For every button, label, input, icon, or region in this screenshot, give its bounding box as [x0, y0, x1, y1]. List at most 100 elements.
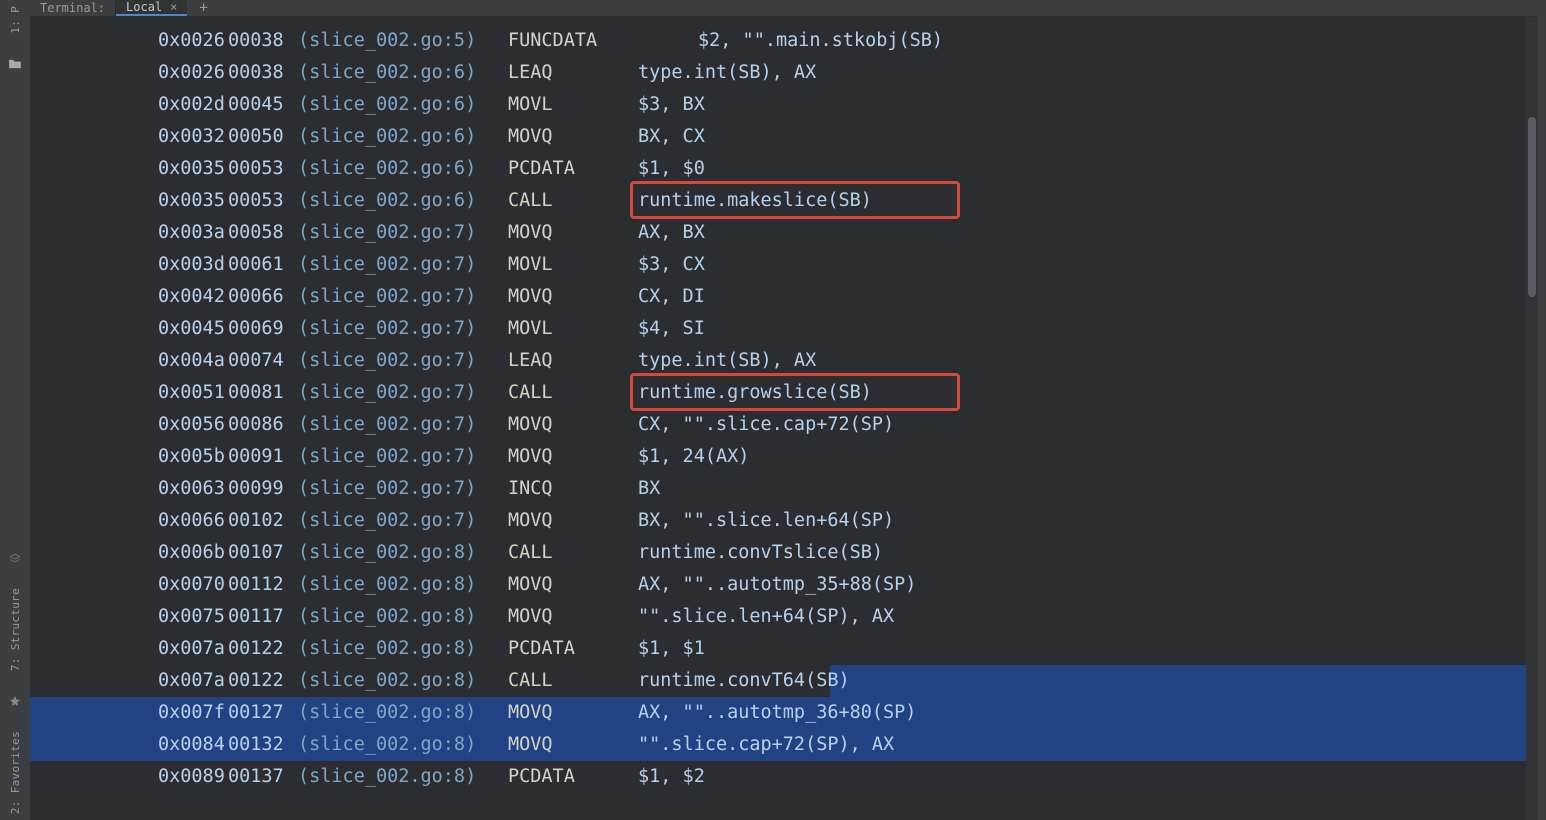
- asm-line[interactable]: 0x007a 00122 (slice_002.go:8)PCDATA$1, $…: [30, 633, 1538, 665]
- rail-favorites-label[interactable]: 2: Favorites: [9, 731, 22, 814]
- asm-operands: BX, CX: [638, 121, 705, 153]
- asm-operands: runtime.convT64(SB): [638, 665, 850, 697]
- asm-address: 0x003d: [158, 249, 228, 281]
- asm-address: 0x007a: [158, 633, 228, 665]
- asm-mnemonic: MOVQ: [508, 441, 638, 473]
- asm-line[interactable]: 0x0026 00038 (slice_002.go:6)LEAQtype.in…: [30, 57, 1538, 89]
- asm-offset: 00099: [228, 473, 298, 505]
- asm-mnemonic: MOVQ: [508, 729, 638, 761]
- asm-mnemonic: MOVQ: [508, 217, 638, 249]
- asm-line[interactable]: 0x0075 00117 (slice_002.go:8)MOVQ"".slic…: [30, 601, 1538, 633]
- asm-address: 0x007f: [158, 697, 228, 729]
- main-area: Terminal: Local × + 0x0026 00038 (slice_…: [30, 0, 1538, 820]
- asm-mnemonic: PCDATA: [508, 153, 638, 185]
- asm-offset: 00102: [228, 505, 298, 537]
- asm-line[interactable]: 0x0045 00069 (slice_002.go:7)MOVL$4, SI: [30, 313, 1538, 345]
- asm-line[interactable]: 0x002d 00045 (slice_002.go:6)MOVL$3, BX: [30, 89, 1538, 121]
- folder-icon[interactable]: [8, 58, 22, 70]
- asm-line[interactable]: 0x003a 00058 (slice_002.go:7)MOVQAX, BX: [30, 217, 1538, 249]
- asm-mnemonic: MOVL: [508, 89, 638, 121]
- asm-source-ref: (slice_002.go:7): [298, 473, 508, 505]
- asm-operands: AX, BX: [638, 217, 705, 249]
- scrollbar[interactable]: [1526, 17, 1538, 820]
- asm-offset: 00066: [228, 281, 298, 313]
- asm-mnemonic: MOVL: [508, 249, 638, 281]
- asm-line[interactable]: 0x007f 00127 (slice_002.go:8)MOVQAX, "".…: [30, 697, 1538, 729]
- asm-line[interactable]: 0x0066 00102 (slice_002.go:7)MOVQBX, "".…: [30, 505, 1538, 537]
- asm-line[interactable]: 0x0035 00053 (slice_002.go:6)PCDATA$1, $…: [30, 153, 1538, 185]
- asm-address: 0x0084: [158, 729, 228, 761]
- asm-operands: AX, ""..autotmp_35+88(SP): [638, 569, 916, 601]
- asm-mnemonic: MOVQ: [508, 121, 638, 153]
- asm-line[interactable]: 0x0063 00099 (slice_002.go:7)INCQBX: [30, 473, 1538, 505]
- asm-line[interactable]: 0x006b 00107 (slice_002.go:8)CALLruntime…: [30, 537, 1538, 569]
- asm-line[interactable]: 0x0026 00038 (slice_002.go:5)FUNCDATA$2,…: [30, 25, 1538, 57]
- asm-mnemonic: PCDATA: [508, 633, 638, 665]
- asm-address: 0x007a: [158, 665, 228, 697]
- terminal-output[interactable]: 0x0026 00038 (slice_002.go:5)FUNCDATA$2,…: [30, 17, 1538, 820]
- asm-offset: 00061: [228, 249, 298, 281]
- asm-line[interactable]: 0x0084 00132 (slice_002.go:8)MOVQ"".slic…: [30, 729, 1538, 761]
- star-icon[interactable]: [8, 695, 22, 707]
- asm-mnemonic: MOVQ: [508, 409, 638, 441]
- asm-offset: 00069: [228, 313, 298, 345]
- asm-operands: "".slice.len+64(SP), AX: [638, 601, 894, 633]
- asm-operands: "".slice.cap+72(SP), AX: [638, 729, 894, 761]
- asm-source-ref: (slice_002.go:6): [298, 121, 508, 153]
- asm-line[interactable]: 0x0051 00081 (slice_002.go:7)CALLruntime…: [30, 377, 1538, 409]
- asm-address: 0x0032: [158, 121, 228, 153]
- asm-address: 0x005b: [158, 441, 228, 473]
- asm-line[interactable]: 0x007a 00122 (slice_002.go:8)CALLruntime…: [30, 665, 1538, 697]
- asm-source-ref: (slice_002.go:7): [298, 217, 508, 249]
- rail-structure-label[interactable]: 7: Structure: [9, 588, 22, 671]
- asm-operands: type.int(SB), AX: [638, 57, 816, 89]
- asm-operands: $2, "".main.stkobj(SB): [698, 25, 943, 57]
- asm-offset: 00132: [228, 729, 298, 761]
- close-icon[interactable]: ×: [170, 0, 177, 14]
- asm-address: 0x0026: [158, 25, 228, 57]
- asm-source-ref: (slice_002.go:6): [298, 153, 508, 185]
- asm-address: 0x0035: [158, 185, 228, 217]
- asm-offset: 00050: [228, 121, 298, 153]
- asm-line[interactable]: 0x004a 00074 (slice_002.go:7)LEAQtype.in…: [30, 345, 1538, 377]
- scrollbar-thumb[interactable]: [1528, 117, 1536, 297]
- terminal-tab-local[interactable]: Local ×: [116, 0, 187, 16]
- asm-address: 0x0066: [158, 505, 228, 537]
- new-terminal-tab-button[interactable]: +: [187, 0, 219, 16]
- asm-address: 0x0056: [158, 409, 228, 441]
- asm-operands: $1, $2: [638, 761, 705, 793]
- asm-line[interactable]: 0x0089 00137 (slice_002.go:8)PCDATA$1, $…: [30, 761, 1538, 793]
- asm-address: 0x0089: [158, 761, 228, 793]
- asm-offset: 00117: [228, 601, 298, 633]
- app-root: 1: P 7: Structure 2: Favorites Terminal:…: [0, 0, 1546, 820]
- asm-mnemonic: MOVQ: [508, 697, 638, 729]
- asm-mnemonic: LEAQ: [508, 57, 638, 89]
- asm-mnemonic: MOVQ: [508, 505, 638, 537]
- asm-source-ref: (slice_002.go:7): [298, 441, 508, 473]
- asm-address: 0x006b: [158, 537, 228, 569]
- asm-offset: 00122: [228, 633, 298, 665]
- asm-line[interactable]: 0x0032 00050 (slice_002.go:6)MOVQBX, CX: [30, 121, 1538, 153]
- asm-source-ref: (slice_002.go:7): [298, 281, 508, 313]
- rail-project-label[interactable]: 1: P: [9, 6, 22, 34]
- asm-line[interactable]: 0x0035 00053 (slice_002.go:6)CALLruntime…: [30, 185, 1538, 217]
- asm-operands: $1, 24(AX): [638, 441, 749, 473]
- asm-line[interactable]: 0x0056 00086 (slice_002.go:7)MOVQCX, "".…: [30, 409, 1538, 441]
- asm-line[interactable]: 0x003d 00061 (slice_002.go:7)MOVL$3, CX: [30, 249, 1538, 281]
- asm-offset: 00122: [228, 665, 298, 697]
- asm-source-ref: (slice_002.go:7): [298, 249, 508, 281]
- asm-line[interactable]: 0x0042 00066 (slice_002.go:7)MOVQCX, DI: [30, 281, 1538, 313]
- asm-line[interactable]: 0x005b 00091 (slice_002.go:7)MOVQ$1, 24(…: [30, 441, 1538, 473]
- asm-offset: 00107: [228, 537, 298, 569]
- asm-source-ref: (slice_002.go:8): [298, 665, 508, 697]
- asm-source-ref: (slice_002.go:8): [298, 537, 508, 569]
- asm-line[interactable]: 0x0070 00112 (slice_002.go:8)MOVQAX, "".…: [30, 569, 1538, 601]
- asm-source-ref: (slice_002.go:8): [298, 601, 508, 633]
- structure-icon[interactable]: [8, 552, 22, 564]
- asm-offset: 00086: [228, 409, 298, 441]
- asm-operands: CX, "".slice.cap+72(SP): [638, 409, 894, 441]
- asm-offset: 00058: [228, 217, 298, 249]
- asm-offset: 00053: [228, 153, 298, 185]
- asm-operands: CX, DI: [638, 281, 705, 313]
- asm-source-ref: (slice_002.go:8): [298, 697, 508, 729]
